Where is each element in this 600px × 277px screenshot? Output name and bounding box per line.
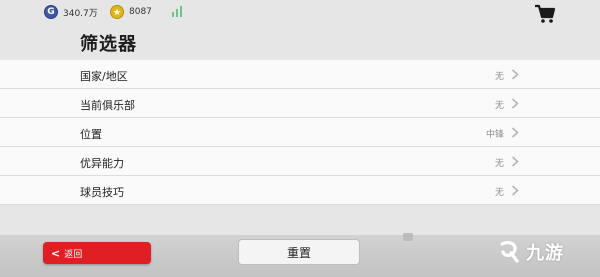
g-currency: G 340.7万 [44, 4, 98, 20]
back-button-label: 返回 [64, 249, 83, 260]
filter-label: 球员技巧 [80, 186, 124, 199]
chevron-right-icon [511, 69, 519, 80]
g-coin-icon: G [44, 5, 58, 19]
filter-value: 无 [494, 72, 504, 82]
filter-value: 无 [494, 159, 504, 169]
gold-currency: 8087 [110, 4, 152, 20]
gold-currency-value: 8087 [129, 7, 152, 17]
jiuyou-logo-icon [500, 241, 519, 263]
filter-value: 无 [494, 188, 504, 198]
divider-mark [403, 233, 413, 241]
watermark-text: 九游 [526, 243, 564, 264]
filter-row-position[interactable]: 位置 中锋 [0, 118, 600, 147]
chevron-right-icon [511, 156, 519, 167]
filter-label: 国家/地区 [80, 70, 128, 83]
gold-coin-icon [110, 5, 124, 19]
chevron-right-icon [511, 98, 519, 109]
filter-value: 无 [494, 101, 504, 111]
filter-row-skills[interactable]: 球员技巧 无 [0, 176, 600, 205]
filter-label: 当前俱乐部 [80, 99, 135, 112]
g-currency-value: 340.7万 [63, 8, 98, 19]
filter-row-ability[interactable]: 优异能力 无 [0, 147, 600, 176]
chevron-left-icon: < [51, 246, 61, 260]
reset-button[interactable]: 重置 [238, 239, 360, 265]
filter-label: 位置 [80, 128, 102, 141]
top-bar: G 340.7万 8087 [0, 0, 600, 26]
shopping-cart-icon[interactable] [534, 4, 556, 24]
signal-icon [172, 6, 184, 17]
filter-value: 中锋 [485, 130, 504, 140]
watermark: 九游 [498, 239, 564, 265]
filter-row-country[interactable]: 国家/地区 无 [0, 60, 600, 89]
chevron-right-icon [511, 185, 519, 196]
back-button[interactable]: < 返回 [43, 242, 151, 264]
page-title: 筛选器 [80, 34, 137, 55]
chevron-right-icon [511, 127, 519, 138]
filter-list: 国家/地区 无 当前俱乐部 无 位置 中锋 优异能力 无 球员技巧 无 [0, 60, 600, 205]
filter-label: 优异能力 [80, 157, 124, 170]
filter-row-club[interactable]: 当前俱乐部 无 [0, 89, 600, 118]
